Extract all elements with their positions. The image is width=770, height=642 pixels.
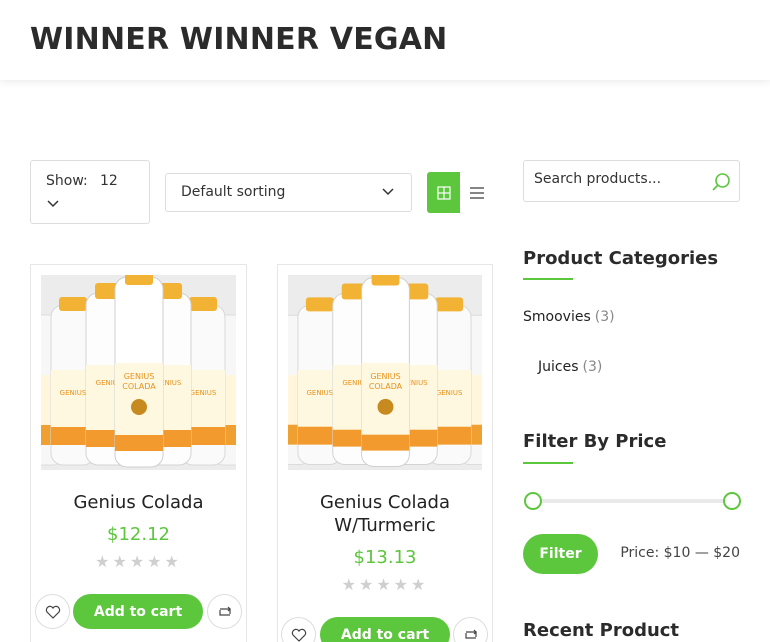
price-slider-max-handle[interactable] — [723, 492, 741, 510]
compare-button[interactable] — [453, 617, 488, 642]
product-title[interactable]: Genius Colada — [278, 491, 492, 514]
recent-product-title: Recent Product — [523, 620, 680, 641]
svg-text:GENIUS: GENIUS — [60, 389, 87, 397]
chevron-down-icon — [382, 188, 394, 196]
category-name: Smoovies — [523, 309, 591, 325]
product-price: $12.12 — [107, 524, 170, 545]
wishlist-button[interactable] — [281, 617, 316, 642]
price-slider-min-handle[interactable] — [524, 492, 542, 510]
compare-button[interactable] — [207, 594, 242, 629]
show-label: Show: — [46, 173, 88, 189]
category-name: Juices — [538, 359, 579, 375]
category-item-juices[interactable]: Juices (3) — [538, 359, 602, 375]
product-title[interactable]: Genius Colada — [31, 491, 246, 514]
grid-view-button[interactable] — [427, 172, 460, 213]
grid-icon — [436, 185, 451, 200]
search-icon[interactable] — [710, 171, 732, 193]
add-to-cart-button[interactable]: Add to cart — [73, 594, 203, 629]
bottles-image: GENIUS GENIUS GENIUS GENIUS GENIUS COLAD… — [288, 275, 482, 470]
bottles-image: GENIUS GENIUS GENIUS GENIUS GENIUS COLAD… — [41, 275, 236, 470]
category-item-smoovies[interactable]: Smoovies (3) — [523, 309, 615, 325]
rating-stars: ★★★★★ — [95, 552, 182, 571]
price-range-label: Price: $10 — $20 — [620, 545, 740, 561]
list-view-button[interactable] — [460, 172, 493, 213]
sorting-label: Default sorting — [181, 184, 286, 200]
product-card: GENIUS GENIUS GENIUS GENIUS GENIUS COLAD… — [277, 264, 493, 642]
filter-title: Filter By Price — [523, 431, 667, 452]
compare-icon — [464, 629, 477, 639]
sorting-select[interactable]: Default sorting — [165, 173, 412, 212]
heart-icon — [45, 605, 60, 619]
category-count: (3) — [594, 309, 615, 325]
product-card: GENIUS GENIUS GENIUS GENIUS GENIUS COLAD… — [30, 264, 247, 642]
svg-text:GENIUS: GENIUS — [307, 389, 334, 397]
svg-text:COLADA: COLADA — [122, 382, 156, 391]
svg-text:GENIUS: GENIUS — [190, 389, 217, 397]
compare-icon — [218, 606, 231, 616]
show-value: 12 — [100, 173, 118, 189]
filter-button[interactable]: Filter — [523, 534, 598, 574]
price-slider-track[interactable] — [532, 499, 732, 503]
svg-text:GENIUS: GENIUS — [124, 372, 155, 381]
svg-text:GENIUS: GENIUS — [436, 389, 463, 397]
product-image[interactable]: GENIUS GENIUS GENIUS GENIUS GENIUS COLAD… — [288, 275, 482, 470]
add-to-cart-button[interactable]: Add to cart — [320, 617, 450, 642]
categories-title: Product Categories — [523, 248, 719, 269]
heart-icon — [291, 628, 306, 642]
chevron-down-icon — [47, 200, 59, 208]
product-price: $13.13 — [353, 547, 417, 568]
rating-stars: ★★★★★ — [341, 575, 429, 594]
search-input[interactable] — [534, 171, 704, 187]
title-underline — [523, 462, 573, 464]
site-header: WINNER WINNER VEGAN — [0, 0, 770, 80]
site-logo[interactable]: WINNER WINNER VEGAN — [30, 22, 447, 57]
product-image[interactable]: GENIUS GENIUS GENIUS GENIUS GENIUS COLAD… — [41, 275, 236, 470]
title-underline — [523, 278, 573, 280]
product-search — [523, 160, 740, 202]
show-per-page-select[interactable]: Show: 12 — [30, 160, 150, 224]
category-count: (3) — [582, 359, 603, 375]
svg-text:GENIUS: GENIUS — [370, 372, 400, 381]
list-icon — [469, 186, 484, 199]
svg-text:COLADA: COLADA — [369, 382, 403, 391]
product-title-line2[interactable]: W/Turmeric — [278, 514, 492, 537]
wishlist-button[interactable] — [35, 594, 70, 629]
